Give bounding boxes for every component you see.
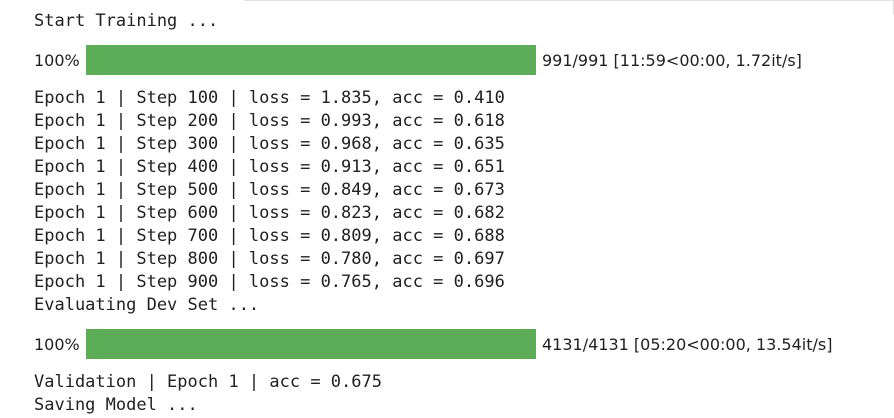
train-progress-stats: 991/991 [11:59<00:00, 1.72it/s]	[542, 51, 802, 70]
train-progress-bar	[86, 45, 536, 75]
saving-model-line: Saving Model ...	[34, 395, 198, 415]
dev-progress-percent: 100%	[34, 335, 80, 354]
log-line: Epoch 1 | Step 200 | loss = 0.993, acc =…	[34, 111, 505, 131]
train-progress-percent: 100%	[34, 51, 80, 70]
start-training-line: Start Training ...	[34, 11, 219, 31]
log-line: Epoch 1 | Step 500 | loss = 0.849, acc =…	[34, 180, 505, 200]
log-line: Epoch 1 | Step 400 | loss = 0.913, acc =…	[34, 157, 505, 177]
dev-progress-stats: 4131/4131 [05:20<00:00, 13.54it/s]	[542, 335, 833, 354]
log-line: Epoch 1 | Step 100 | loss = 1.835, acc =…	[34, 88, 505, 108]
log-line: Epoch 1 | Step 900 | loss = 0.765, acc =…	[34, 272, 505, 292]
dev-progress-bar	[86, 329, 536, 359]
log-line: Epoch 1 | Step 300 | loss = 0.968, acc =…	[34, 134, 505, 154]
cell-output-border	[244, 0, 894, 1]
dev-progress-row: 100% 4131/4131 [05:20<00:00, 13.54it/s]	[0, 329, 894, 359]
dev-progress-fill	[86, 329, 536, 359]
train-progress-row: 100% 991/991 [11:59<00:00, 1.72it/s]	[0, 45, 894, 75]
log-line: Epoch 1 | Step 700 | loss = 0.809, acc =…	[34, 226, 505, 246]
log-line: Evaluating Dev Set ...	[34, 295, 260, 315]
training-log: Epoch 1 | Step 100 | loss = 1.835, acc =…	[34, 87, 505, 317]
cell-output-corner	[887, 0, 894, 14]
train-progress-fill	[86, 45, 536, 75]
log-line: Epoch 1 | Step 600 | loss = 0.823, acc =…	[34, 203, 505, 223]
validation-line: Validation | Epoch 1 | acc = 0.675	[34, 372, 382, 392]
log-line: Epoch 1 | Step 800 | loss = 0.780, acc =…	[34, 249, 505, 269]
